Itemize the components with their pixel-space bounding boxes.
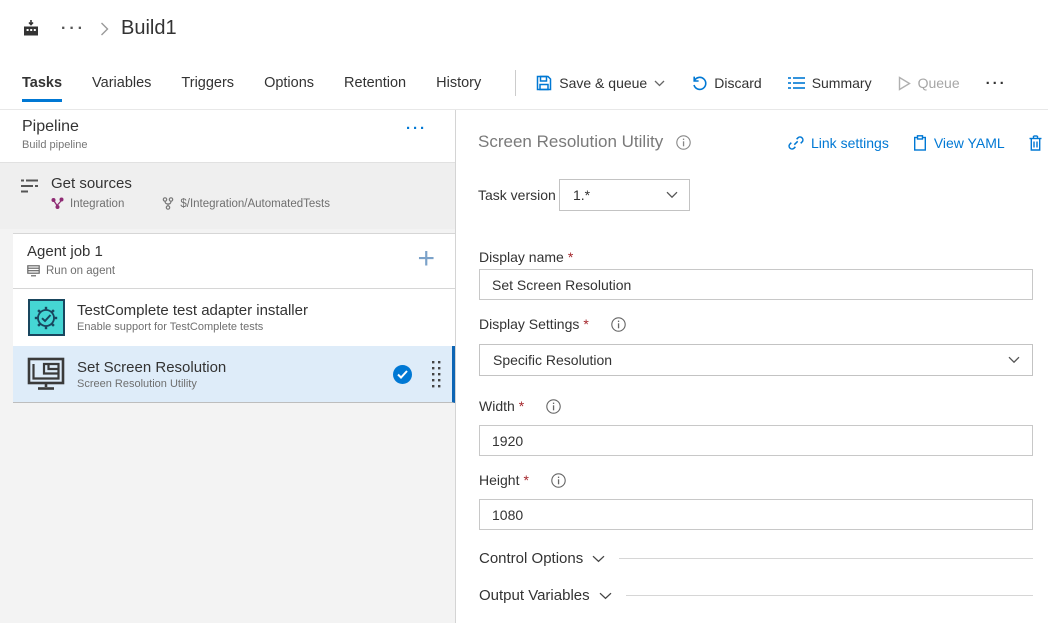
tab-strip: Tasks Variables Triggers Options Retenti… bbox=[22, 57, 511, 109]
toolbar-divider bbox=[515, 70, 516, 96]
chevron-down-icon bbox=[592, 555, 605, 563]
summary-button[interactable]: Summary bbox=[788, 75, 872, 91]
link-settings-button[interactable]: Link settings bbox=[788, 135, 889, 151]
width-label: Width* bbox=[479, 398, 561, 414]
agent-icon bbox=[27, 265, 40, 277]
tab-retention[interactable]: Retention bbox=[344, 57, 406, 109]
play-icon bbox=[898, 76, 911, 91]
required-mark: * bbox=[523, 472, 528, 488]
toolbar: Save & queue Discard Summary bbox=[536, 75, 1006, 92]
trash-icon bbox=[1029, 135, 1042, 151]
info-icon[interactable] bbox=[551, 473, 566, 488]
branch-icon bbox=[162, 197, 174, 210]
tab-options[interactable]: Options bbox=[264, 57, 314, 109]
list-icon bbox=[788, 76, 805, 90]
task-title: Set Screen Resolution bbox=[77, 359, 226, 376]
agent-job-title: Agent job 1 bbox=[27, 243, 439, 260]
save-icon bbox=[536, 75, 552, 91]
agent-job-subtitle: Run on agent bbox=[46, 265, 115, 277]
task-row-testcomplete[interactable]: TestComplete test adapter installer Enab… bbox=[13, 289, 455, 346]
chevron-down-icon bbox=[1008, 356, 1020, 364]
discard-button[interactable]: Discard bbox=[691, 75, 761, 91]
required-mark: * bbox=[568, 249, 573, 265]
task-title: TestComplete test adapter installer bbox=[77, 302, 308, 319]
get-sources-item[interactable]: Get sources Integration $/Integration/Au… bbox=[0, 163, 455, 229]
page-title: Build1 bbox=[121, 17, 177, 40]
pipeline-tree-panel: Pipeline Build pipeline ··· Get sources … bbox=[0, 110, 456, 623]
build-definition-icon bbox=[22, 20, 41, 37]
tab-variables[interactable]: Variables bbox=[92, 57, 151, 109]
tab-tasks[interactable]: Tasks bbox=[22, 57, 62, 109]
save-and-queue-button[interactable]: Save & queue bbox=[536, 75, 665, 91]
width-input[interactable] bbox=[479, 425, 1033, 456]
remove-task-button[interactable]: Remove bbox=[1029, 135, 1048, 151]
task-row-set-screen-resolution[interactable]: Set Screen Resolution Screen Resolution … bbox=[13, 346, 455, 403]
required-mark: * bbox=[519, 398, 524, 414]
breadcrumb-more-button[interactable]: ··· bbox=[61, 20, 86, 38]
task-detail-panel: Screen Resolution Utility Link settings … bbox=[457, 110, 1048, 623]
display-settings-select[interactable]: Specific Resolution bbox=[479, 344, 1033, 376]
pipeline-subtitle: Build pipeline bbox=[22, 139, 439, 151]
undo-icon bbox=[691, 75, 707, 91]
pipeline-more-button[interactable]: ··· bbox=[406, 120, 427, 137]
steps-icon bbox=[20, 175, 40, 229]
section-divider bbox=[619, 558, 1033, 559]
agent-job-item[interactable]: Agent job 1 Run on agent + bbox=[13, 234, 455, 289]
tab-triggers[interactable]: Triggers bbox=[181, 57, 234, 109]
required-mark: * bbox=[583, 316, 588, 332]
task-detail-title: Screen Resolution Utility bbox=[478, 132, 663, 152]
breadcrumb: ··· Build1 bbox=[0, 0, 1048, 57]
agent-job-card: Agent job 1 Run on agent + bbox=[13, 233, 455, 403]
display-name-input[interactable] bbox=[479, 269, 1033, 300]
task-actions: Link settings View YAML Remove bbox=[788, 135, 1048, 151]
queue-button[interactable]: Queue bbox=[898, 75, 960, 91]
display-name-label: Display name* bbox=[479, 249, 573, 265]
chevron-down-icon bbox=[666, 191, 678, 199]
pipeline-title: Pipeline bbox=[22, 118, 439, 136]
task-subtitle: Enable support for TestComplete tests bbox=[77, 321, 308, 333]
tab-toolbar: Tasks Variables Triggers Options Retenti… bbox=[0, 57, 1048, 110]
pipeline-editor-window: ··· Build1 Tasks Variables Triggers Opti… bbox=[0, 0, 1048, 623]
height-input[interactable] bbox=[479, 499, 1033, 530]
info-icon[interactable] bbox=[676, 135, 691, 150]
chevron-right-icon bbox=[100, 22, 109, 36]
screen-resolution-task-icon bbox=[27, 355, 65, 393]
drag-handle[interactable] bbox=[432, 361, 441, 388]
selected-check-icon bbox=[393, 365, 412, 384]
control-options-section[interactable]: Control Options bbox=[479, 550, 1033, 567]
add-task-button[interactable]: + bbox=[417, 244, 435, 274]
link-icon bbox=[788, 135, 804, 151]
tfvc-repo-icon bbox=[51, 197, 64, 210]
task-version-select[interactable]: 1.* bbox=[559, 179, 690, 211]
section-divider bbox=[626, 595, 1033, 596]
chevron-down-icon bbox=[654, 80, 665, 87]
display-settings-label: Display Settings* bbox=[479, 316, 626, 332]
output-variables-section[interactable]: Output Variables bbox=[479, 587, 1033, 604]
repo-name: Integration bbox=[70, 198, 124, 210]
info-icon[interactable] bbox=[611, 317, 626, 332]
document-icon bbox=[913, 135, 927, 151]
source-path: $/Integration/AutomatedTests bbox=[180, 198, 330, 210]
view-yaml-button[interactable]: View YAML bbox=[913, 135, 1005, 151]
info-icon[interactable] bbox=[546, 399, 561, 414]
toolbar-more-button[interactable]: ··· bbox=[986, 75, 1007, 92]
height-label: Height* bbox=[479, 472, 566, 488]
tab-history[interactable]: History bbox=[436, 57, 481, 109]
get-sources-title: Get sources bbox=[51, 175, 330, 192]
testcomplete-task-icon bbox=[27, 299, 65, 337]
pipeline-root-item[interactable]: Pipeline Build pipeline ··· bbox=[0, 110, 455, 163]
task-version-label: Task version bbox=[478, 187, 556, 203]
task-subtitle: Screen Resolution Utility bbox=[77, 378, 226, 390]
chevron-down-icon bbox=[599, 592, 612, 600]
